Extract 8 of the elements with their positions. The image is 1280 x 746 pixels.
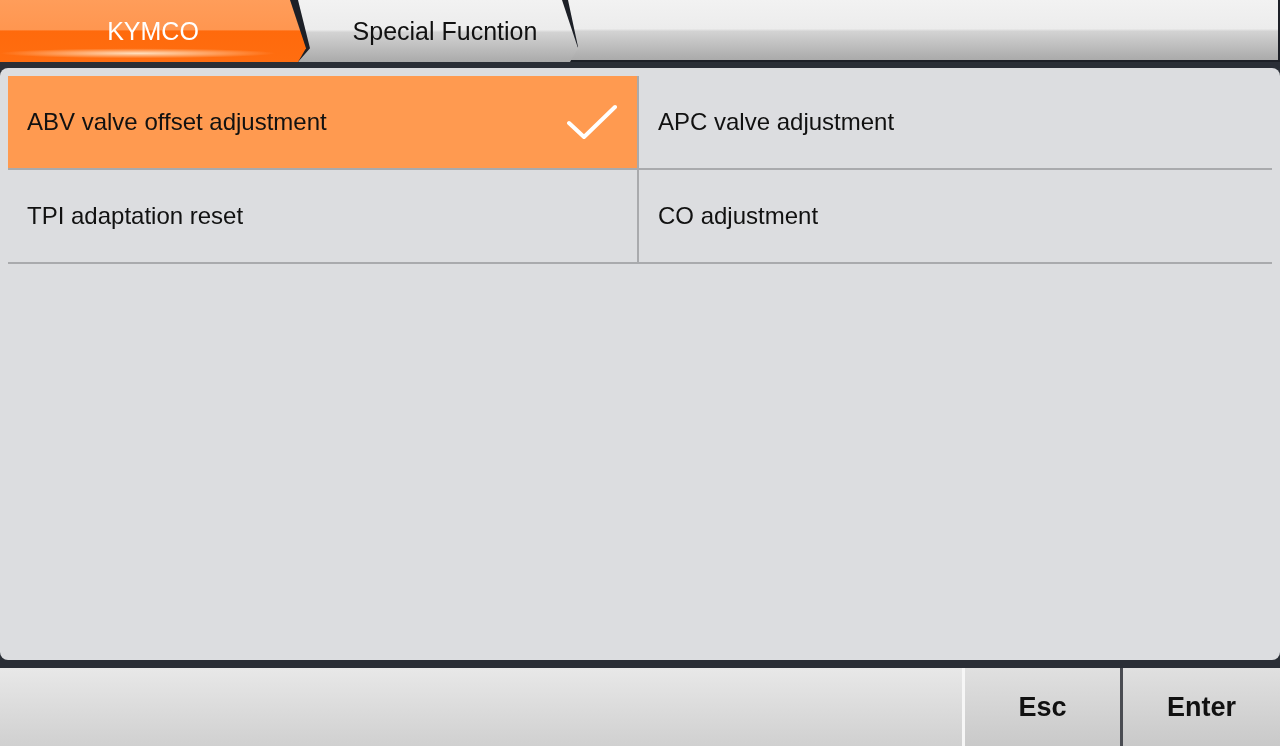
function-item[interactable]: ABV valve offset adjustment xyxy=(8,76,639,170)
function-item[interactable]: APC valve adjustment xyxy=(639,76,1272,170)
check-icon xyxy=(567,104,617,140)
enter-button[interactable]: Enter xyxy=(1120,668,1280,746)
function-item[interactable]: TPI adaptation reset xyxy=(8,170,639,264)
function-item[interactable]: CO adjustment xyxy=(639,170,1272,264)
esc-button[interactable]: Esc xyxy=(962,668,1120,746)
breadcrumb-tab[interactable]: Special Fucntion xyxy=(298,0,578,62)
